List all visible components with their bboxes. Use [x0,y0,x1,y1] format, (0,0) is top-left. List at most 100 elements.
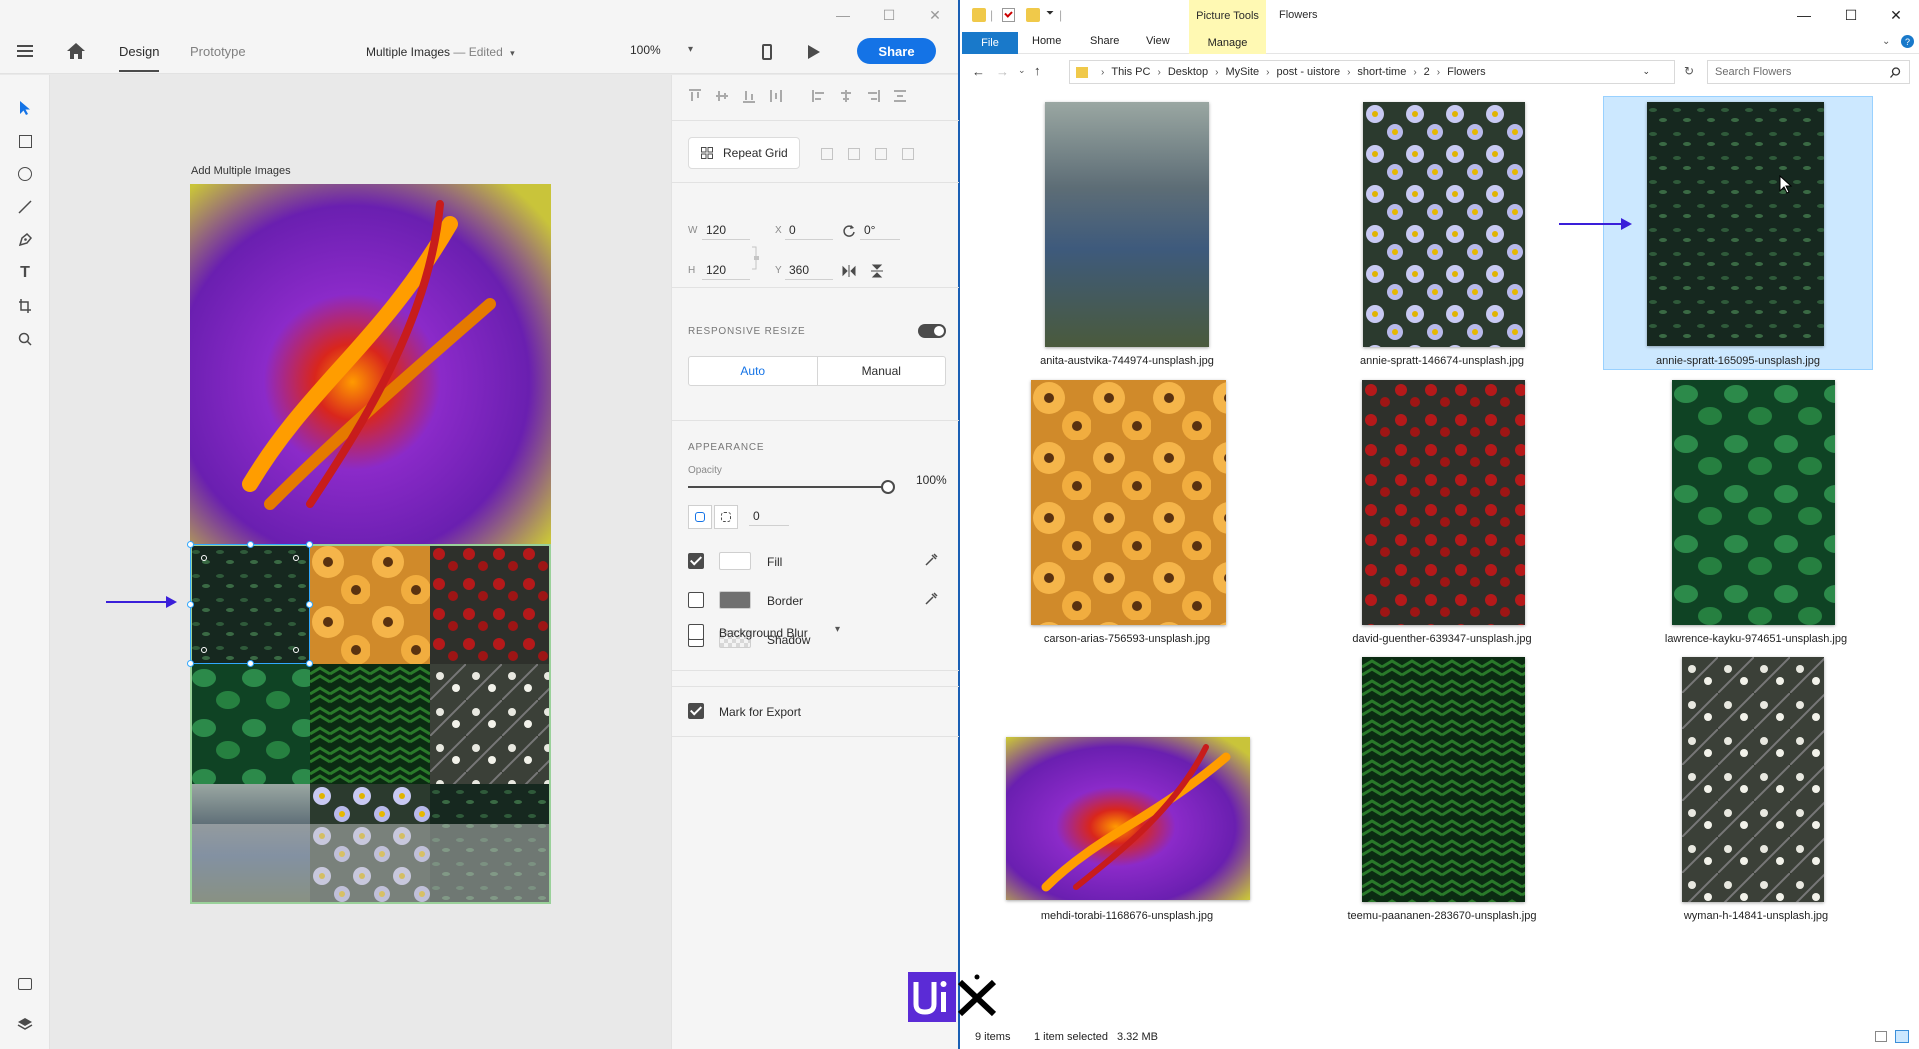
resize-handle[interactable] [187,601,194,608]
close-button[interactable]: ✕ [1873,0,1919,30]
resize-handle[interactable] [306,601,313,608]
boolean-subtract-icon[interactable] [848,148,860,160]
artboard-tool-icon[interactable] [13,294,37,318]
tab-design[interactable]: Design [119,44,160,72]
file-item[interactable]: teemu-paananen-283670-unsplash.jpg [1320,655,1564,927]
border-color-swatch[interactable] [719,591,751,609]
file-item[interactable]: wyman-h-14841-unsplash.jpg [1634,655,1878,927]
recent-locations-icon[interactable]: ⌄ [1018,65,1026,76]
flip-horizontal-icon[interactable] [842,265,856,277]
document-title[interactable]: Multiple Images — Edited ▾ [366,45,515,59]
large-icons-view-icon[interactable] [1895,1030,1909,1043]
align-middle-icon[interactable] [715,89,729,103]
corner-radius-handle[interactable] [201,647,207,653]
ribbon-tab-file[interactable]: File [962,32,1018,54]
selection-box[interactable] [187,541,313,667]
corner-radius-handle[interactable] [293,647,299,653]
rectangle-tool-icon[interactable] [13,129,37,153]
artboard-label[interactable]: Add Multiple Images [191,165,291,177]
file-item[interactable]: carson-arias-756593-unsplash.jpg [1005,378,1249,650]
search-input[interactable]: Search Flowers [1707,60,1910,84]
distribute-horizontal-icon[interactable] [893,89,907,103]
back-arrow-icon[interactable]: ← [972,64,985,79]
ribbon-tab-share[interactable]: Share [1090,35,1119,47]
address-dropdown-icon[interactable]: ⌄ [1642,66,1650,77]
corner-radius-field[interactable]: 0 [753,509,760,523]
text-tool-icon[interactable]: T [13,261,37,285]
file-item[interactable]: annie-spratt-146674-unsplash.jpg [1320,100,1564,372]
help-icon[interactable]: ? [1901,35,1914,48]
corner-radius-handle[interactable] [201,555,207,561]
expand-ribbon-icon[interactable]: ⌄ [1882,36,1890,47]
properties-quick-icon[interactable] [1002,8,1015,22]
share-button[interactable]: Share [857,38,936,64]
boolean-intersect-icon[interactable] [875,148,887,160]
resize-handle[interactable] [306,541,313,548]
resize-handle[interactable] [247,541,254,548]
lock-aspect-icon[interactable] [752,243,760,273]
assets-panel-icon[interactable] [13,972,37,996]
breadcrumb-item[interactable]: Desktop [1168,66,1208,78]
tab-prototype[interactable]: Prototype [190,44,246,59]
file-item[interactable]: mehdi-torabi-1168676-unsplash.jpg [1005,655,1250,927]
opacity-slider-thumb[interactable] [881,480,895,494]
artboard[interactable] [187,184,551,904]
eyedropper-icon[interactable] [924,592,938,606]
file-item[interactable]: david-guenther-639347-unsplash.jpg [1320,378,1564,650]
align-right-icon[interactable] [866,89,880,103]
play-icon[interactable] [808,45,820,59]
artboard-hero-image[interactable] [190,184,551,544]
boolean-add-icon[interactable] [821,148,833,160]
file-item[interactable]: lawrence-kayku-974651-unsplash.jpg [1634,378,1878,650]
ellipse-tool-icon[interactable] [13,162,37,186]
zoom-chevron-down-icon[interactable]: ▾ [688,44,693,55]
fill-checkbox[interactable] [688,553,704,569]
ribbon-tab-home[interactable]: Home [1032,35,1061,47]
maximize-button[interactable]: ☐ [1828,0,1874,30]
breadcrumb-item[interactable]: This PC [1111,66,1150,78]
align-center-icon[interactable] [839,89,853,103]
resize-auto-button[interactable]: Auto [689,357,818,385]
align-top-icon[interactable] [688,89,702,103]
zoom-level[interactable]: 100% [630,43,661,57]
distribute-vertical-icon[interactable] [769,89,783,103]
minimize-button[interactable]: — [820,0,866,30]
file-item[interactable]: anita-austvika-744974-unsplash.jpg [1005,100,1214,372]
forward-arrow-icon[interactable]: → [996,64,1009,79]
corner-radius-handle[interactable] [293,555,299,561]
breadcrumb-item[interactable]: MySite [1226,66,1260,78]
resize-handle[interactable] [247,660,254,667]
align-left-icon[interactable] [812,89,826,103]
breadcrumb-item[interactable]: short-time [1357,66,1406,78]
line-tool-icon[interactable] [13,195,37,219]
pen-tool-icon[interactable] [13,228,37,252]
ribbon-tab-view[interactable]: View [1146,35,1170,47]
file-item-selected[interactable]: annie-spratt-165095-unsplash.jpg [1603,96,1873,370]
corner-individual-button[interactable] [714,505,738,529]
ribbon-tab-manage[interactable]: Manage [1189,32,1266,54]
opacity-slider-track[interactable] [688,486,888,488]
flip-vertical-icon[interactable] [871,264,883,278]
boolean-exclude-icon[interactable] [902,148,914,160]
corner-uniform-button[interactable] [688,505,712,529]
breadcrumb-item[interactable]: post - uistore [1276,66,1340,78]
breadcrumb-item[interactable]: 2 [1424,66,1430,78]
home-icon[interactable] [66,42,86,60]
align-bottom-icon[interactable] [742,89,756,103]
design-canvas[interactable]: Add Multiple Images [51,75,671,1049]
address-bar[interactable]: › This PC › Desktop › MySite › post - uisto… [1069,60,1694,84]
responsive-resize-toggle[interactable] [918,324,946,338]
refresh-icon[interactable]: ↻ [1684,64,1694,78]
chevron-down-icon[interactable]: ▾ [835,624,840,635]
border-checkbox[interactable] [688,592,704,608]
zoom-tool-icon[interactable] [13,327,37,351]
up-arrow-icon[interactable]: ↑ [1034,63,1041,78]
minimize-button[interactable]: — [1781,0,1827,30]
resize-handle[interactable] [187,660,194,667]
height-field[interactable]: 120 [706,263,726,277]
mark-for-export-checkbox[interactable] [688,703,704,719]
fill-color-swatch[interactable] [719,552,751,570]
width-field[interactable]: 120 [706,223,726,237]
eyedropper-icon[interactable] [924,553,938,567]
resize-handle[interactable] [187,541,194,548]
